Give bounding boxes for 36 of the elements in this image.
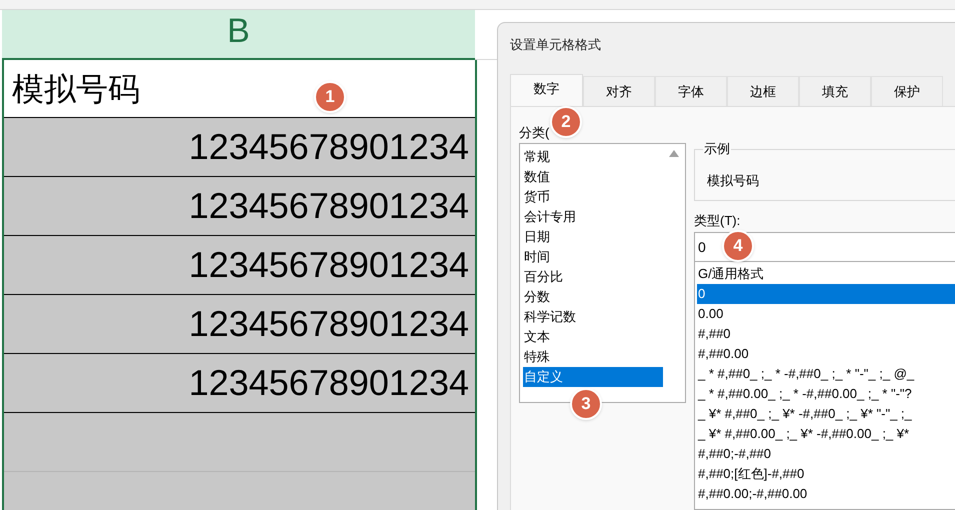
format-item[interactable]: _ ¥* #,##0.00_ ;_ ¥* -#,##0.00_ ;_ ¥* [697,424,955,444]
tab[interactable]: 边框 [727,76,799,106]
category-label: 分类( [519,124,550,141]
format-item[interactable]: _ ¥* #,##0_ ;_ ¥* -#,##0_ ;_ ¥* "-"_ ;_ [697,404,955,424]
category-item[interactable]: 会计专用 [523,207,663,227]
category-item[interactable]: 日期 [523,227,663,247]
category-item[interactable]: 特殊 [523,347,663,367]
category-item[interactable]: 自定义 [523,367,663,387]
tab[interactable]: 对齐 [583,76,655,106]
format-item[interactable]: #,##0;-#,##0 [697,444,955,464]
sample-value: 模拟号码 [707,172,759,190]
tab[interactable]: 数字 [510,74,583,106]
format-item[interactable]: #,##0.00;-#,##0.00 [697,484,955,504]
format-item[interactable]: 0 [697,284,955,304]
format-item[interactable]: _ * #,##0.00_ ;_ * -#,##0.00_ ;_ * "-"? [697,384,955,404]
tab[interactable]: 填充 [799,76,871,106]
category-item[interactable]: 数值 [523,167,663,187]
column-header[interactable]: B [2,10,475,60]
category-item[interactable]: 常规 [523,147,663,167]
category-item[interactable]: 时间 [523,247,663,267]
format-item[interactable]: 0.00 [697,304,955,324]
tab[interactable]: 保护 [871,76,943,106]
format-item[interactable]: #,##0;[红色]-#,##0 [697,464,955,484]
category-item[interactable]: 分数 [523,287,663,307]
tab[interactable]: 字体 [655,76,727,106]
format-item[interactable]: #,##0 [697,324,955,344]
category-item[interactable]: 百分比 [523,267,663,287]
type-label: 类型(T): [694,212,740,229]
format-item[interactable]: #,##0.00 [697,344,955,364]
scroll-up-icon[interactable] [669,150,679,157]
format-item[interactable]: G/通用格式 [697,264,955,284]
category-item[interactable]: 文本 [523,327,663,347]
category-item[interactable]: 货币 [523,187,663,207]
category-item[interactable]: 科学记数 [523,307,663,327]
format-item[interactable]: _ * #,##0_ ;_ * -#,##0_ ;_ * "-"_ ;_ @_ [697,364,955,384]
dialog-title: 设置单元格格式 [510,36,602,54]
